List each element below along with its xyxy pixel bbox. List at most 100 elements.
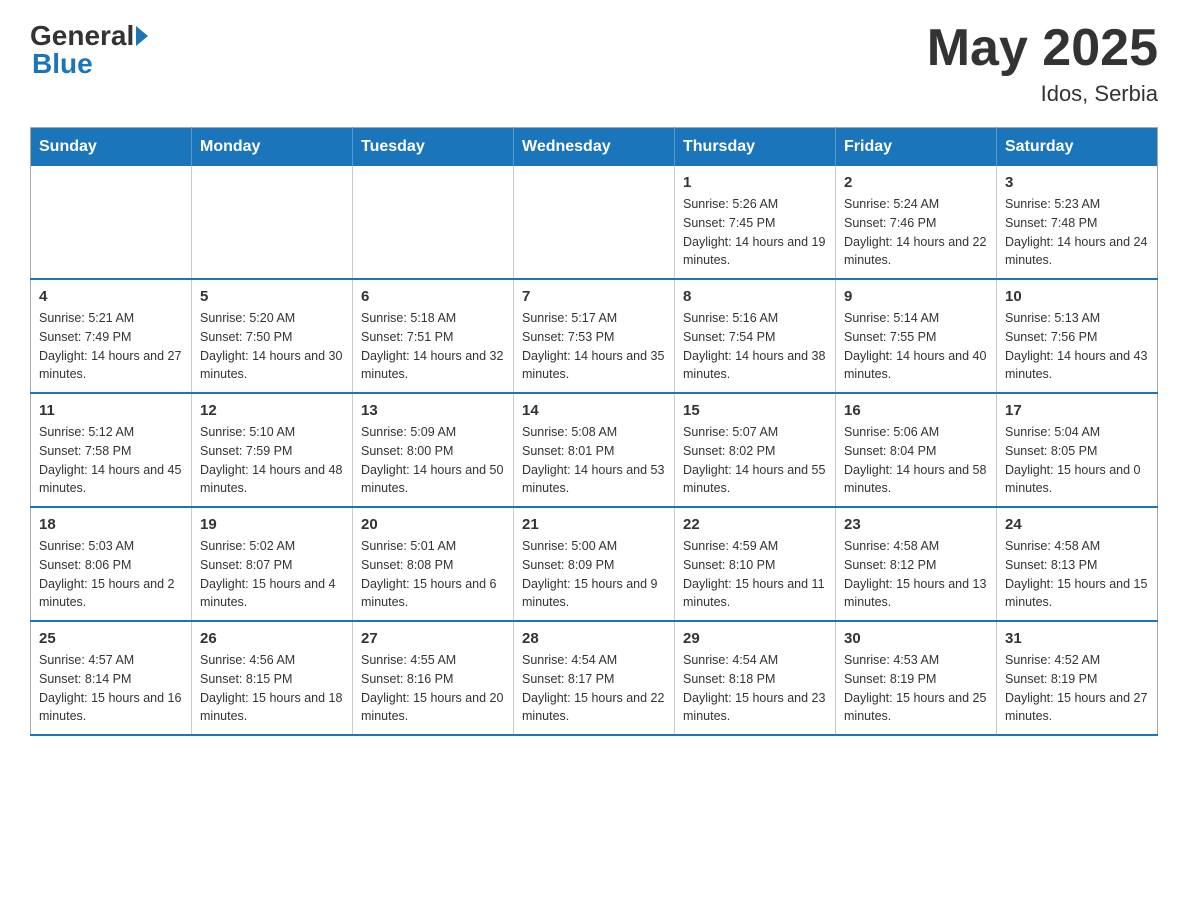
day-info: Sunrise: 4:52 AMSunset: 8:19 PMDaylight:…: [1005, 651, 1149, 726]
calendar-week-3: 11 Sunrise: 5:12 AMSunset: 7:58 PMDayligh…: [31, 393, 1158, 507]
day-info: Sunrise: 4:56 AMSunset: 8:15 PMDaylight:…: [200, 651, 344, 726]
calendar-cell: 22Sunrise: 4:59 AMSunset: 8:10 PMDayligh…: [675, 507, 836, 621]
day-info: Sunrise: 5:06 AMSunset: 8:04 PMDaylight:…: [844, 423, 988, 498]
day-number: 15: [683, 402, 827, 419]
day-number: 20: [361, 516, 505, 533]
calendar-cell: [353, 166, 514, 279]
day-info: Sunrise: 5:23 AMSunset: 7:48 PMDaylight:…: [1005, 195, 1149, 270]
day-info: Sunrise: 5:21 AMSunset: 7:49 PMDaylight:…: [39, 309, 183, 384]
calendar-cell: 23 Sunrise: 4:58 AMSunset: 8:12 PMDayligh…: [836, 507, 997, 621]
month-year-title: May 2025: [927, 20, 1158, 77]
calendar-week-4: 18 Sunrise: 5:03 AMSunset: 8:06 PMDayligh…: [31, 507, 1158, 621]
day-info: Sunrise: 4:57 AMSunset: 8:14 PMDaylight:…: [39, 651, 183, 726]
weekday-header-friday: Friday: [836, 128, 997, 167]
day-number: 21: [522, 516, 666, 533]
calendar-cell: 3Sunrise: 5:23 AMSunset: 7:48 PMDaylight…: [997, 166, 1158, 279]
day-info: Sunrise: 5:20 AMSunset: 7:50 PMDaylight:…: [200, 309, 344, 384]
day-number: 12: [200, 402, 344, 419]
day-info: Sunrise: 5:02 AMSunset: 8:07 PMDaylight:…: [200, 537, 344, 612]
day-info: Sunrise: 5:07 AMSunset: 8:02 PMDaylight:…: [683, 423, 827, 498]
day-number: 6: [361, 288, 505, 305]
calendar-cell: 11 Sunrise: 5:12 AMSunset: 7:58 PMDayligh…: [31, 393, 192, 507]
calendar-cell: 20 Sunrise: 5:01 AMSunset: 8:08 PMDayligh…: [353, 507, 514, 621]
day-number: 16: [844, 402, 988, 419]
calendar-week-5: 25 Sunrise: 4:57 AMSunset: 8:14 PMDayligh…: [31, 621, 1158, 735]
location-subtitle: Idos, Serbia: [927, 81, 1158, 107]
calendar-cell: 13Sunrise: 5:09 AMSunset: 8:00 PMDayligh…: [353, 393, 514, 507]
calendar-cell: 5Sunrise: 5:20 AMSunset: 7:50 PMDaylight…: [192, 279, 353, 393]
day-info: Sunrise: 4:54 AMSunset: 8:17 PMDaylight:…: [522, 651, 666, 726]
calendar-cell: 30 Sunrise: 4:53 AMSunset: 8:19 PMDayligh…: [836, 621, 997, 735]
page-header: General Blue May 2025 Idos, Serbia: [30, 20, 1158, 107]
calendar-cell: 9 Sunrise: 5:14 AMSunset: 7:55 PMDaylight…: [836, 279, 997, 393]
day-info: Sunrise: 5:03 AMSunset: 8:06 PMDaylight:…: [39, 537, 183, 612]
day-number: 26: [200, 630, 344, 647]
day-info: Sunrise: 4:53 AMSunset: 8:19 PMDaylight:…: [844, 651, 988, 726]
calendar-cell: 15 Sunrise: 5:07 AMSunset: 8:02 PMDayligh…: [675, 393, 836, 507]
calendar-cell: 31Sunrise: 4:52 AMSunset: 8:19 PMDayligh…: [997, 621, 1158, 735]
calendar-week-1: 1Sunrise: 5:26 AMSunset: 7:45 PMDaylight…: [31, 166, 1158, 279]
day-number: 18: [39, 516, 183, 533]
day-number: 13: [361, 402, 505, 419]
day-number: 2: [844, 174, 988, 191]
day-number: 24: [1005, 516, 1149, 533]
weekday-header-tuesday: Tuesday: [353, 128, 514, 167]
calendar-cell: 14 Sunrise: 5:08 AMSunset: 8:01 PMDayligh…: [514, 393, 675, 507]
day-number: 17: [1005, 402, 1149, 419]
calendar-table: SundayMondayTuesdayWednesdayThursdayFrid…: [30, 127, 1158, 736]
day-info: Sunrise: 5:24 AMSunset: 7:46 PMDaylight:…: [844, 195, 988, 270]
calendar-cell: 12 Sunrise: 5:10 AMSunset: 7:59 PMDayligh…: [192, 393, 353, 507]
day-info: Sunrise: 5:16 AMSunset: 7:54 PMDaylight:…: [683, 309, 827, 384]
day-info: Sunrise: 5:04 AMSunset: 8:05 PMDaylight:…: [1005, 423, 1149, 498]
calendar-cell: 18 Sunrise: 5:03 AMSunset: 8:06 PMDayligh…: [31, 507, 192, 621]
day-number: 14: [522, 402, 666, 419]
day-number: 8: [683, 288, 827, 305]
day-number: 27: [361, 630, 505, 647]
day-number: 19: [200, 516, 344, 533]
day-info: Sunrise: 5:00 AMSunset: 8:09 PMDaylight:…: [522, 537, 666, 612]
day-number: 1: [683, 174, 827, 191]
calendar-cell: [31, 166, 192, 279]
calendar-cell: 8 Sunrise: 5:16 AMSunset: 7:54 PMDaylight…: [675, 279, 836, 393]
day-number: 9: [844, 288, 988, 305]
calendar-cell: 16 Sunrise: 5:06 AMSunset: 8:04 PMDayligh…: [836, 393, 997, 507]
calendar-cell: 2 Sunrise: 5:24 AMSunset: 7:46 PMDaylight…: [836, 166, 997, 279]
calendar-cell: 25 Sunrise: 4:57 AMSunset: 8:14 PMDayligh…: [31, 621, 192, 735]
day-number: 25: [39, 630, 183, 647]
day-info: Sunrise: 5:13 AMSunset: 7:56 PMDaylight:…: [1005, 309, 1149, 384]
weekday-header-thursday: Thursday: [675, 128, 836, 167]
day-info: Sunrise: 4:58 AMSunset: 8:12 PMDaylight:…: [844, 537, 988, 612]
calendar-cell: 27Sunrise: 4:55 AMSunset: 8:16 PMDayligh…: [353, 621, 514, 735]
day-info: Sunrise: 4:54 AMSunset: 8:18 PMDaylight:…: [683, 651, 827, 726]
day-info: Sunrise: 4:58 AMSunset: 8:13 PMDaylight:…: [1005, 537, 1149, 612]
day-info: Sunrise: 5:01 AMSunset: 8:08 PMDaylight:…: [361, 537, 505, 612]
title-block: May 2025 Idos, Serbia: [927, 20, 1158, 107]
calendar-cell: 28 Sunrise: 4:54 AMSunset: 8:17 PMDayligh…: [514, 621, 675, 735]
weekday-header-sunday: Sunday: [31, 128, 192, 167]
day-info: Sunrise: 5:14 AMSunset: 7:55 PMDaylight:…: [844, 309, 988, 384]
day-number: 7: [522, 288, 666, 305]
day-number: 28: [522, 630, 666, 647]
day-number: 11: [39, 402, 183, 419]
day-info: Sunrise: 5:12 AMSunset: 7:58 PMDaylight:…: [39, 423, 183, 498]
day-info: Sunrise: 5:08 AMSunset: 8:01 PMDaylight:…: [522, 423, 666, 498]
calendar-cell: 17 Sunrise: 5:04 AMSunset: 8:05 PMDayligh…: [997, 393, 1158, 507]
day-number: 30: [844, 630, 988, 647]
day-number: 4: [39, 288, 183, 305]
weekday-header-row: SundayMondayTuesdayWednesdayThursdayFrid…: [31, 128, 1158, 167]
calendar-cell: 29 Sunrise: 4:54 AMSunset: 8:18 PMDayligh…: [675, 621, 836, 735]
day-info: Sunrise: 5:10 AMSunset: 7:59 PMDaylight:…: [200, 423, 344, 498]
logo-arrow-icon: [136, 26, 148, 46]
calendar-cell: 19 Sunrise: 5:02 AMSunset: 8:07 PMDayligh…: [192, 507, 353, 621]
weekday-header-saturday: Saturday: [997, 128, 1158, 167]
calendar-cell: 21 Sunrise: 5:00 AMSunset: 8:09 PMDayligh…: [514, 507, 675, 621]
calendar-cell: 4 Sunrise: 5:21 AMSunset: 7:49 PMDaylight…: [31, 279, 192, 393]
day-number: 23: [844, 516, 988, 533]
day-number: 10: [1005, 288, 1149, 305]
calendar-week-2: 4 Sunrise: 5:21 AMSunset: 7:49 PMDaylight…: [31, 279, 1158, 393]
calendar-cell: 24 Sunrise: 4:58 AMSunset: 8:13 PMDayligh…: [997, 507, 1158, 621]
day-number: 22: [683, 516, 827, 533]
day-number: 29: [683, 630, 827, 647]
calendar-cell: 7 Sunrise: 5:17 AMSunset: 7:53 PMDaylight…: [514, 279, 675, 393]
day-info: Sunrise: 5:17 AMSunset: 7:53 PMDaylight:…: [522, 309, 666, 384]
